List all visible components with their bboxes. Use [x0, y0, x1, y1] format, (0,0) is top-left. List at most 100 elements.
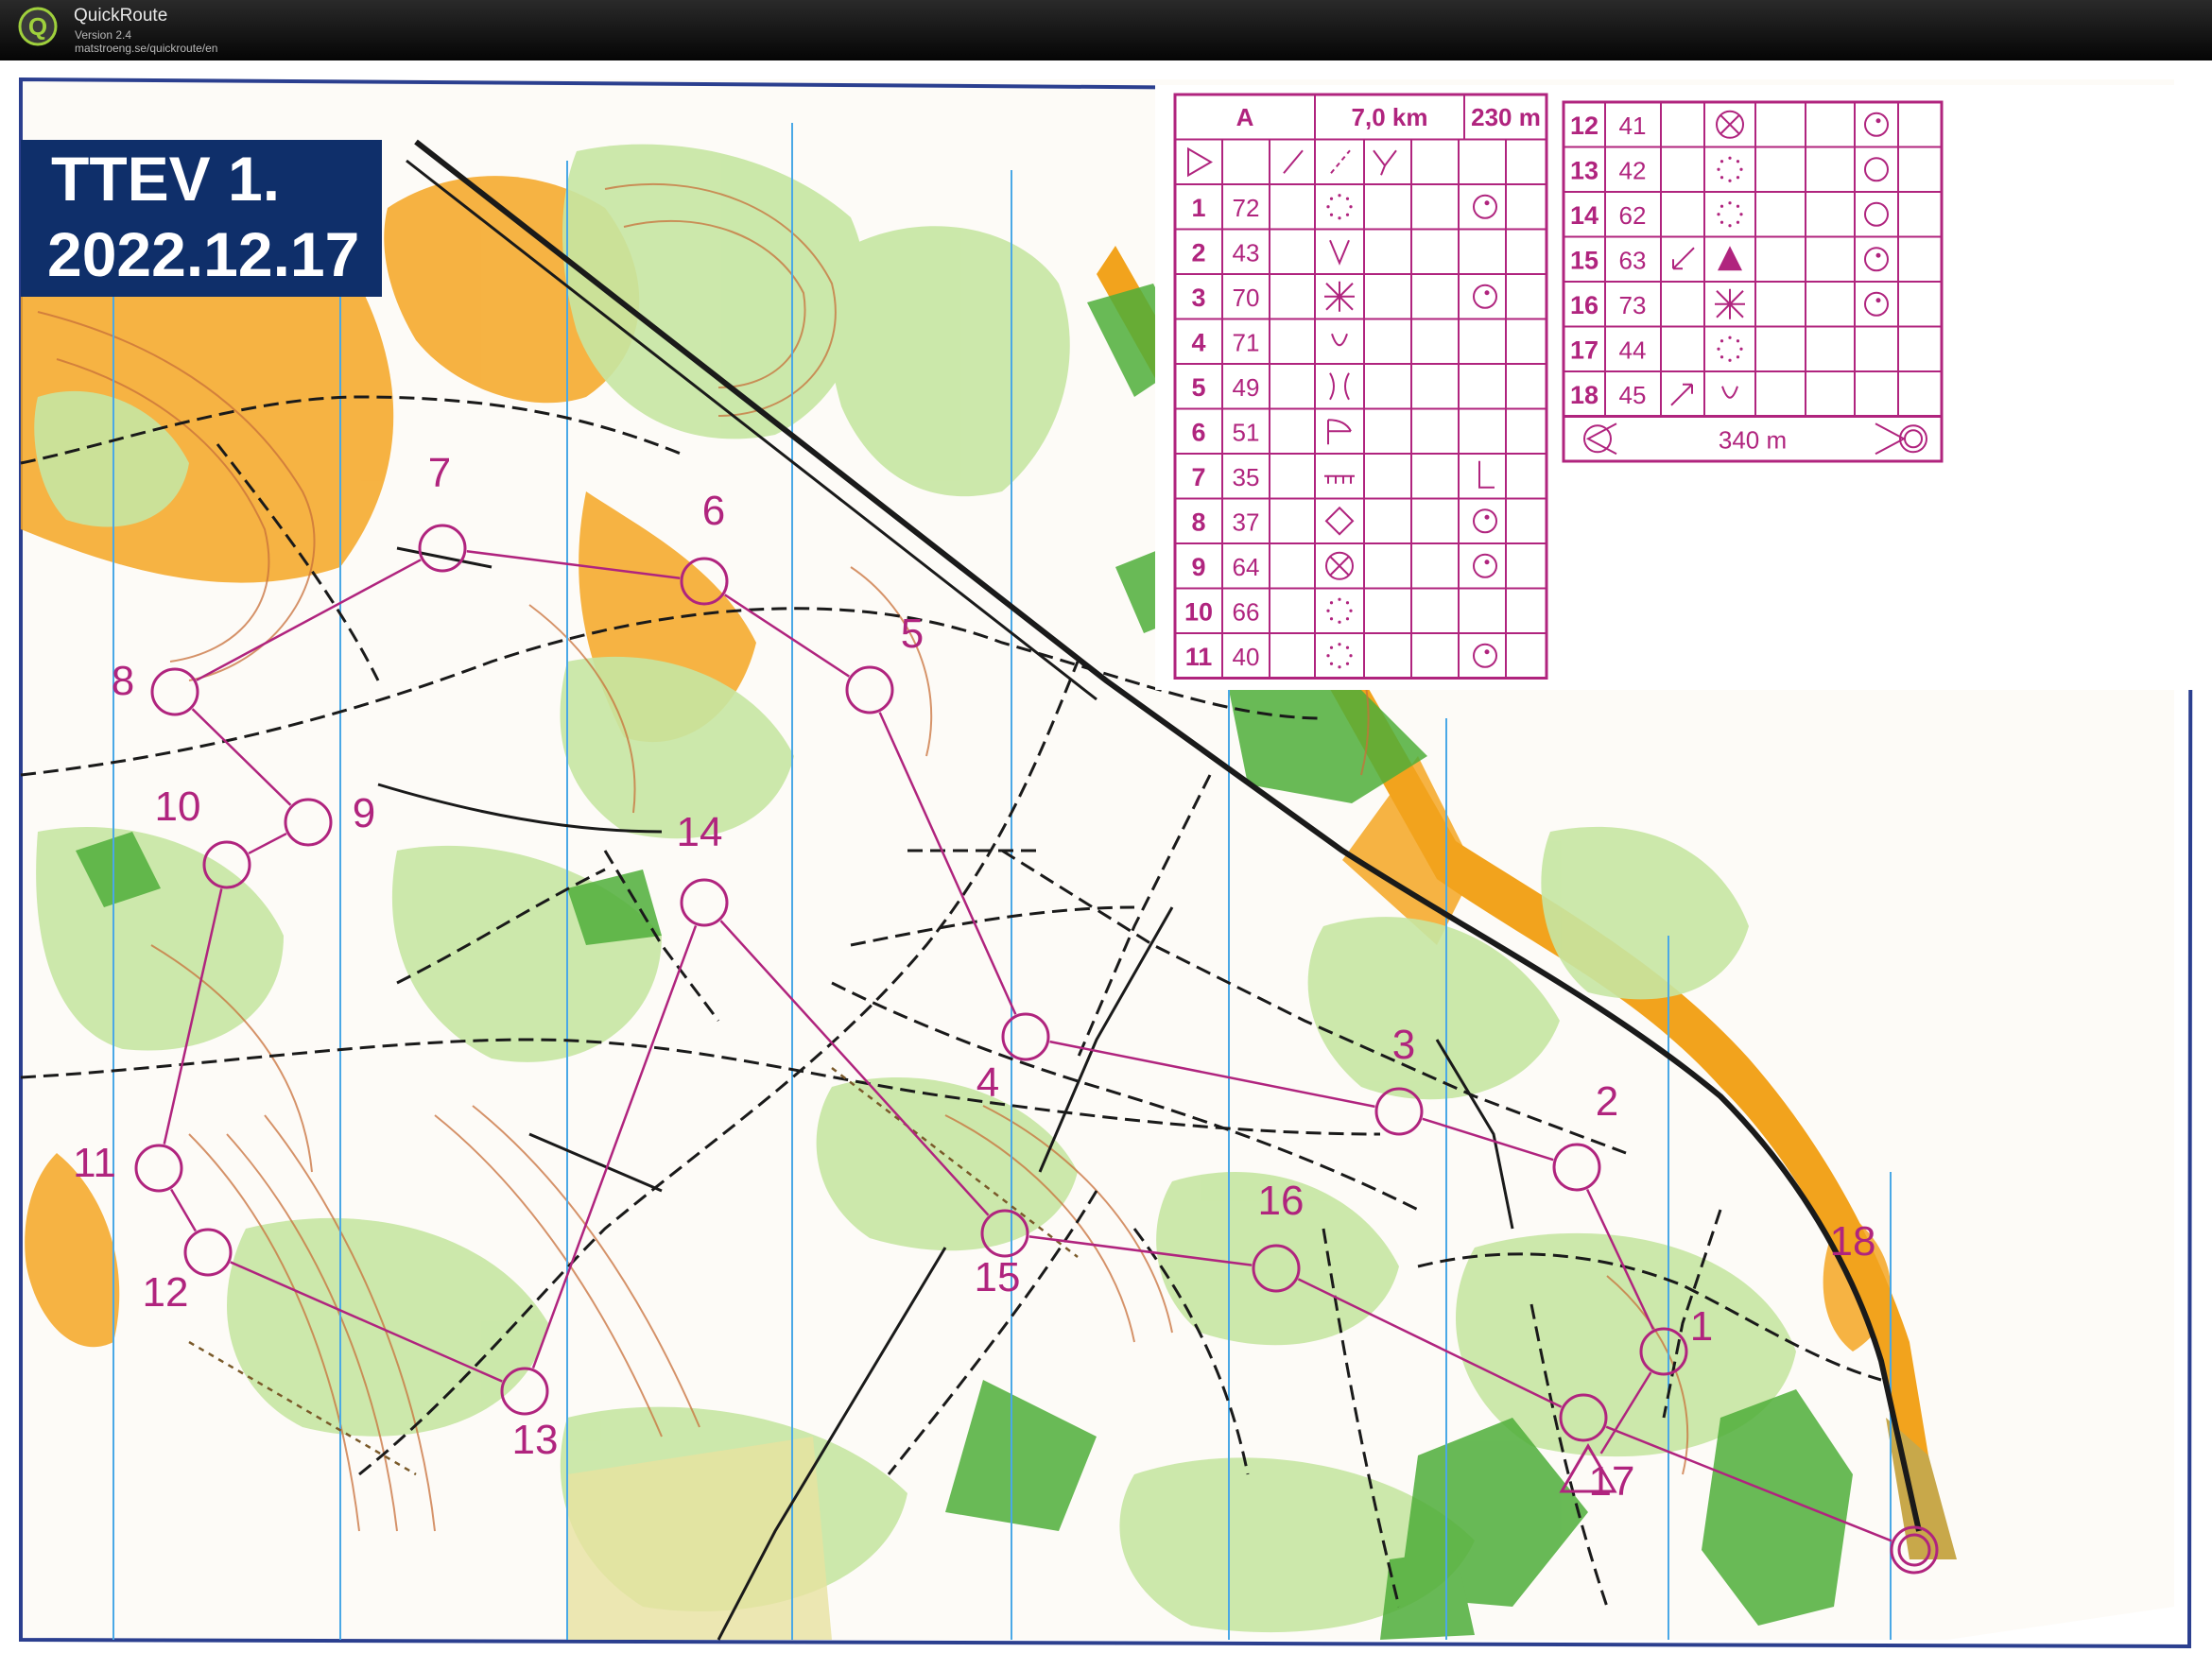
map-viewport[interactable]: 1 2 3 4 5 6 7 8 9 10 11 12 13 14 15 16 17 18 A 7,0 km 230 m…	[0, 60, 2212, 1670]
svg-text:Q: Q	[28, 12, 47, 41]
thicket-dots-icon	[1345, 662, 1350, 665]
quickroute-logo-icon: Q	[18, 7, 58, 46]
thicket-dots-icon	[1719, 160, 1724, 164]
thicket-dots-icon	[1739, 167, 1743, 171]
cd-control-number: 11	[1185, 643, 1213, 671]
thicket-dots-icon	[1326, 654, 1330, 658]
thicket-dots-icon	[1719, 339, 1724, 343]
cd-control-number: 9	[1191, 553, 1205, 581]
thicket-dots-icon	[1719, 355, 1724, 359]
finish-distance: 340 m	[1719, 425, 1787, 454]
thicket-dots-icon	[1728, 224, 1732, 228]
cd-control-number: 16	[1570, 291, 1599, 319]
thicket-dots-icon	[1728, 336, 1732, 339]
thicket-dots-icon	[1717, 347, 1720, 351]
thicket-dots-icon	[1736, 355, 1740, 359]
thicket-dots-icon	[1719, 204, 1724, 208]
thicket-dots-icon	[1329, 646, 1334, 649]
cd-control-code: 70	[1233, 284, 1260, 312]
thicket-dots-icon	[1345, 601, 1350, 605]
cd-control-number: 3	[1191, 284, 1205, 312]
thicket-dots-icon	[1739, 347, 1743, 351]
cd-control-number: 18	[1570, 381, 1599, 409]
cd-control-code: 37	[1233, 508, 1260, 536]
thicket-dots-icon	[1326, 205, 1330, 209]
thicket-dots-icon	[1329, 601, 1334, 605]
thicket-dots-icon	[1728, 156, 1732, 160]
cd-control-code: 71	[1233, 328, 1260, 356]
cd-control-number: 14	[1570, 201, 1599, 230]
thicket-dots-icon	[1338, 597, 1341, 601]
thicket-dots-icon	[1329, 617, 1334, 621]
course-climb: 230 m	[1471, 103, 1541, 131]
cd-control-code: 72	[1233, 194, 1260, 222]
cd-control-code: 42	[1619, 156, 1647, 184]
thicket-dots-icon	[1717, 213, 1720, 216]
thicket-dots-icon	[1717, 167, 1720, 171]
app-name: QuickRoute	[74, 6, 168, 26]
cd-control-number: 1	[1191, 194, 1205, 222]
special-feature-icon	[1715, 288, 1745, 319]
app-titlebar: Q QuickRoute Version 2.4 matstroeng.se/q…	[0, 0, 2212, 60]
thicket-dots-icon	[1345, 197, 1350, 200]
event-title-badge: TTEV 1. 2022.12.17	[21, 140, 382, 297]
cd-control-code: 40	[1233, 643, 1260, 671]
cd-control-number: 4	[1191, 328, 1205, 356]
thicket-dots-icon	[1728, 179, 1732, 182]
thicket-dots-icon	[1329, 197, 1334, 200]
event-date: 2022.12.17	[47, 219, 360, 289]
cd-control-code: 35	[1233, 463, 1260, 491]
cd-control-code: 41	[1619, 112, 1647, 140]
cd-control-code: 64	[1233, 553, 1260, 581]
thicket-dots-icon	[1338, 665, 1341, 669]
cd-control-number: 7	[1191, 463, 1205, 491]
event-title: TTEV 1.	[51, 144, 281, 214]
thicket-dots-icon	[1736, 160, 1740, 164]
cd-control-number: 8	[1191, 508, 1205, 536]
cd-control-number: 2	[1191, 238, 1205, 267]
cd-control-number: 5	[1191, 373, 1205, 402]
thicket-dots-icon	[1719, 176, 1724, 180]
special-feature-icon	[1324, 281, 1355, 312]
thicket-dots-icon	[1345, 213, 1350, 216]
thicket-dots-icon	[1728, 201, 1732, 205]
thicket-dots-icon	[1345, 617, 1350, 621]
cd-control-number: 10	[1184, 597, 1213, 626]
thicket-dots-icon	[1728, 358, 1732, 362]
cd-control-code: 49	[1233, 373, 1260, 402]
cd-control-code: 44	[1619, 336, 1647, 364]
thicket-dots-icon	[1736, 339, 1740, 343]
thicket-dots-icon	[1736, 220, 1740, 224]
cd-control-code: 45	[1619, 381, 1647, 409]
cd-control-number: 17	[1570, 336, 1599, 364]
thicket-dots-icon	[1338, 194, 1341, 198]
cd-control-number: 6	[1191, 418, 1205, 446]
cd-control-code: 62	[1619, 201, 1647, 230]
cd-control-number: 12	[1570, 112, 1599, 140]
cd-control-number: 15	[1570, 246, 1599, 274]
cd-control-code: 66	[1233, 597, 1260, 626]
thicket-dots-icon	[1349, 609, 1353, 612]
thicket-dots-icon	[1345, 646, 1350, 649]
thicket-dots-icon	[1736, 176, 1740, 180]
thicket-dots-icon	[1338, 216, 1341, 220]
thicket-dots-icon	[1326, 609, 1330, 612]
cd-control-code: 43	[1233, 238, 1260, 267]
cd-control-code: 51	[1233, 418, 1260, 446]
thicket-dots-icon	[1349, 205, 1353, 209]
course-name: A	[1236, 103, 1254, 131]
thicket-dots-icon	[1739, 213, 1743, 216]
app-url: matstroeng.se/quickroute/en	[75, 42, 218, 55]
thicket-dots-icon	[1329, 662, 1334, 665]
thicket-dots-icon	[1736, 204, 1740, 208]
thicket-dots-icon	[1719, 220, 1724, 224]
thicket-dots-icon	[1338, 643, 1341, 646]
cd-control-number: 13	[1570, 156, 1599, 184]
thicket-dots-icon	[1338, 620, 1341, 624]
control-description-sheet: A 7,0 km 230 m1 722 433 704 715 496 517 358 379 641…	[1155, 85, 2193, 690]
thicket-dots-icon	[1349, 654, 1353, 658]
course-length: 7,0 km	[1352, 103, 1428, 131]
cd-control-code: 73	[1619, 291, 1647, 319]
cd-control-code: 63	[1619, 246, 1647, 274]
app-version: Version 2.4	[75, 28, 132, 42]
